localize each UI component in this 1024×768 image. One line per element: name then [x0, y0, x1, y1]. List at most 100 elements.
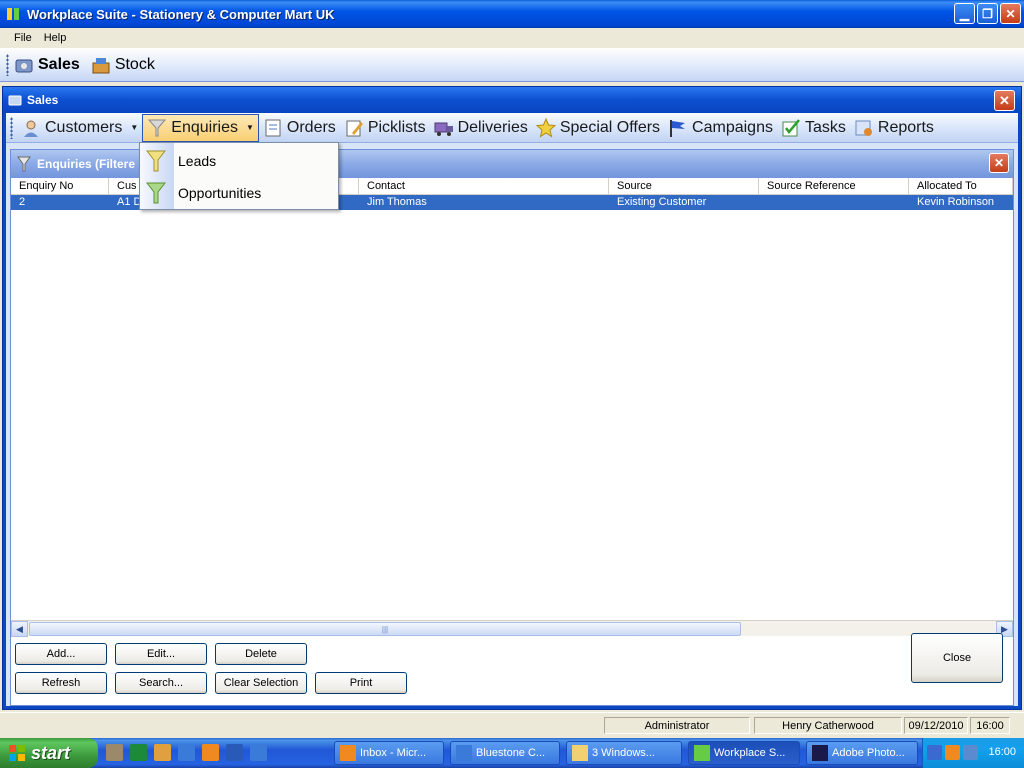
- refresh-button[interactable]: Refresh: [15, 672, 107, 694]
- enquiries-window: Enquiries (Filtere ✕ Enquiry No Cus Cont…: [10, 149, 1014, 706]
- cell-source: Existing Customer: [617, 196, 707, 208]
- special-offers-button[interactable]: Special Offers: [532, 114, 664, 142]
- deliveries-button[interactable]: Deliveries: [430, 114, 532, 142]
- stock-icon: [92, 58, 110, 74]
- status-date: 09/12/2010: [904, 717, 968, 734]
- flag-icon: [670, 119, 686, 137]
- task-workplace[interactable]: Workplace S...: [688, 741, 800, 765]
- sales-label: Sales: [38, 56, 80, 73]
- cell-allocated-to: Kevin Robinson: [917, 196, 995, 208]
- cell-enquiry-no: 2: [19, 196, 26, 208]
- picklists-button[interactable]: Picklists: [340, 114, 430, 142]
- tasks-button[interactable]: Tasks: [777, 114, 850, 142]
- delete-button[interactable]: Delete: [215, 643, 307, 665]
- column-header[interactable]: Allocated To: [909, 178, 1013, 194]
- enquiries-close-button[interactable]: ✕: [989, 153, 1009, 173]
- chevron-down-icon[interactable]: ▼: [130, 123, 138, 132]
- status-role: Administrator: [604, 717, 750, 734]
- app-icon: [7, 8, 19, 20]
- column-header[interactable]: Enquiry No: [11, 178, 109, 194]
- special-offers-label: Special Offers: [559, 118, 661, 136]
- column-header[interactable]: Source Reference: [759, 178, 909, 194]
- menu-item-label: Leads: [178, 153, 217, 169]
- search-button[interactable]: Search...: [115, 672, 207, 694]
- column-header[interactable]: Source: [609, 178, 759, 194]
- sales-window-titlebar: Sales: [3, 87, 1021, 113]
- start-button[interactable]: start: [0, 738, 98, 768]
- quicklaunch-icon[interactable]: [154, 744, 171, 761]
- edit-button[interactable]: Edit...: [115, 643, 207, 665]
- stock-button[interactable]: Stock: [90, 54, 155, 76]
- customers-icon: [24, 120, 38, 137]
- customers-button[interactable]: Customers ▼: [17, 114, 142, 142]
- chevron-down-icon[interactable]: ▼: [246, 123, 254, 132]
- sales-button[interactable]: Sales: [13, 54, 80, 76]
- enquiries-label: Enquiries: [171, 118, 238, 136]
- module-toolbar-grip[interactable]: [10, 116, 13, 139]
- quicklaunch-icon[interactable]: [106, 744, 123, 761]
- clear-selection-button[interactable]: Clear Selection: [215, 672, 307, 694]
- stock-label: Stock: [114, 56, 155, 73]
- task-label: Bluestone C...: [476, 747, 546, 759]
- minimize-button[interactable]: ▁: [954, 3, 975, 24]
- menu-help[interactable]: Help: [38, 32, 73, 44]
- outlook-icon: [340, 745, 356, 761]
- campaigns-button[interactable]: Campaigns: [664, 114, 777, 142]
- module-toolbar: Customers ▼ Enquiries ▼ Orders Picklists…: [6, 113, 1018, 143]
- folder-icon: [572, 745, 588, 761]
- picklists-icon: [346, 120, 363, 136]
- reports-icon: [855, 120, 872, 136]
- menu-item-leads[interactable]: Leads: [140, 145, 338, 177]
- orders-button[interactable]: Orders: [259, 114, 340, 142]
- photoshop-icon: [812, 745, 828, 761]
- funnel-icon: [148, 119, 167, 136]
- close-window-button[interactable]: Close: [911, 633, 1003, 683]
- sales-window-icon: [8, 95, 22, 106]
- orders-label: Orders: [286, 118, 336, 136]
- cell-contact: Jim Thomas: [367, 196, 427, 208]
- toolbar-grip[interactable]: [6, 54, 9, 76]
- truck-icon: [434, 122, 453, 136]
- horizontal-scrollbar[interactable]: ◀ ||| ▶: [11, 620, 1013, 637]
- window-title: Workplace Suite - Stationery & Computer …: [27, 6, 335, 22]
- word-icon[interactable]: [226, 744, 243, 761]
- close-button[interactable]: ✕: [1000, 3, 1021, 24]
- add-button[interactable]: Add...: [15, 643, 107, 665]
- scroll-thumb[interactable]: |||: [29, 622, 741, 636]
- print-button[interactable]: Print: [315, 672, 407, 694]
- reports-button[interactable]: Reports: [850, 114, 938, 142]
- cell-source-reference: [759, 195, 909, 210]
- deliveries-label: Deliveries: [457, 118, 528, 136]
- network-icon[interactable]: [963, 745, 978, 760]
- ie-icon: [456, 745, 472, 761]
- taskbar: start Inbox - Micr... Bluestone C... 3 W…: [0, 738, 1024, 768]
- checkbox-icon: [782, 118, 800, 136]
- clock: 16:00: [988, 746, 1016, 758]
- sales-close-button[interactable]: ✕: [994, 90, 1015, 111]
- task-photoshop[interactable]: Adobe Photo...: [806, 741, 918, 765]
- task-label: 3 Windows...: [592, 747, 655, 759]
- quick-launch: [106, 744, 267, 761]
- task-label: Workplace S...: [714, 747, 786, 759]
- scroll-left-icon[interactable]: ◀: [11, 621, 28, 637]
- tray-expand-icon[interactable]: [927, 745, 942, 760]
- funnel-icon: [17, 156, 31, 172]
- quicklaunch-icon[interactable]: [250, 744, 267, 761]
- restore-button[interactable]: ❐: [977, 3, 998, 24]
- task-inbox[interactable]: Inbox - Micr...: [334, 741, 444, 765]
- outlook-icon[interactable]: [202, 744, 219, 761]
- task-bluestone[interactable]: Bluestone C...: [450, 741, 560, 765]
- menu-file[interactable]: File: [8, 32, 38, 44]
- reports-label: Reports: [877, 118, 934, 136]
- enquiries-window-title: Enquiries (Filtere: [37, 157, 136, 171]
- ie-icon[interactable]: [178, 744, 195, 761]
- tray-icon[interactable]: [945, 745, 960, 760]
- sales-window-title: Sales: [27, 93, 59, 107]
- menu-item-opportunities[interactable]: Opportunities: [140, 177, 338, 209]
- column-header[interactable]: Contact: [359, 178, 609, 194]
- excel-icon[interactable]: [130, 744, 147, 761]
- enquiries-button[interactable]: Enquiries ▼: [142, 113, 259, 142]
- task-windows-group[interactable]: 3 Windows...: [566, 741, 682, 765]
- window-titlebar: Workplace Suite - Stationery & Computer …: [0, 0, 1024, 28]
- menu-item-label: Opportunities: [178, 185, 262, 201]
